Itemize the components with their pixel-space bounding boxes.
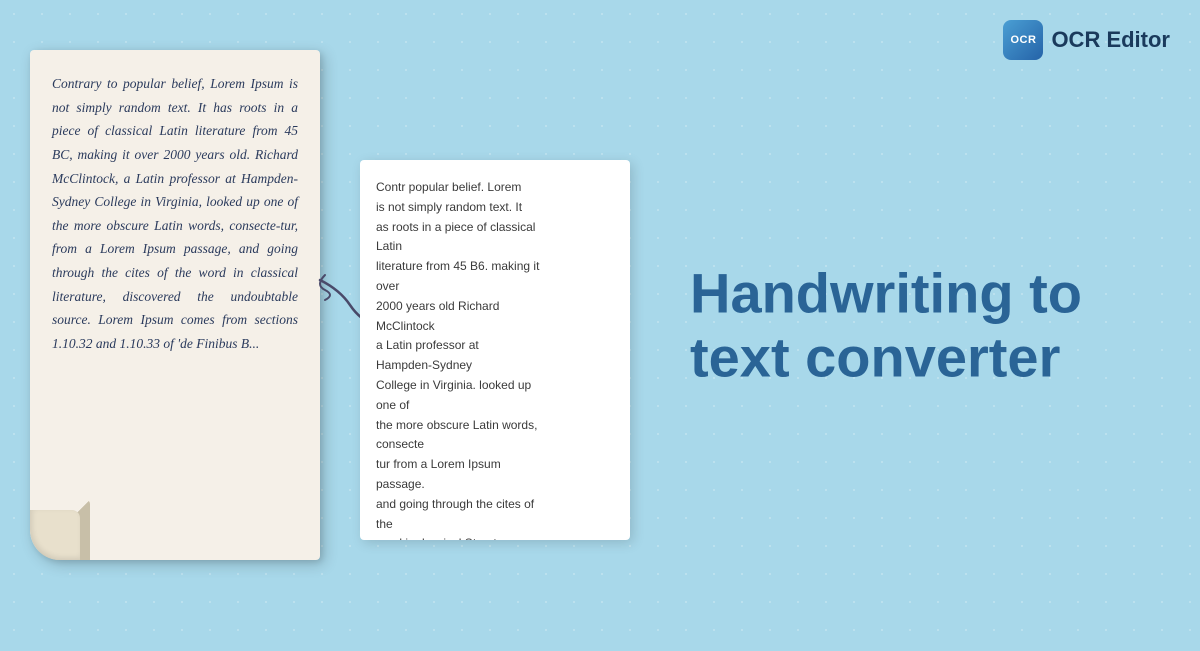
app-logo-icon: OCR bbox=[1003, 20, 1043, 60]
typed-line-3: as roots in a piece of classical bbox=[376, 220, 535, 234]
handwriting-text: Contrary to popular belief, Lorem Ipsum … bbox=[52, 72, 298, 356]
typed-line-7: 2000 years old Richard bbox=[376, 299, 499, 313]
app-title-label: OCR Editor bbox=[1051, 27, 1170, 53]
typed-line-11: College in Virginia. looked up bbox=[376, 378, 531, 392]
typed-line-17: and going through the cites of bbox=[376, 497, 534, 511]
headline-line2: text converter bbox=[690, 326, 1060, 389]
typed-line-18: the bbox=[376, 517, 393, 531]
typed-line-12: one of bbox=[376, 398, 409, 412]
handwritten-paper: Contrary to popular belief, Lorem Ipsum … bbox=[30, 50, 320, 560]
typed-line-14: consecte bbox=[376, 437, 424, 451]
app-header: OCR OCR Editor bbox=[1003, 20, 1170, 60]
typed-text-box: Contr popular belief. Lorem is not simpl… bbox=[360, 160, 630, 540]
logo-text: OCR bbox=[1010, 34, 1036, 46]
typed-line-6: over bbox=[376, 279, 399, 293]
typed-line-1: Contr popular belief. Lorem bbox=[376, 180, 521, 194]
handwritten-paper-container: Contrary to popular belief, Lorem Ipsum … bbox=[30, 50, 320, 560]
typed-line-19: word in dassical Sterature, bbox=[376, 536, 517, 540]
typed-line-8: McClintock bbox=[376, 319, 435, 333]
typed-line-4: Latin bbox=[376, 239, 402, 253]
headline-area: Handwriting to text converter bbox=[690, 261, 1150, 390]
typed-line-16: passage. bbox=[376, 477, 425, 491]
typed-line-2: is not simply random text. It bbox=[376, 200, 522, 214]
typed-text-content: Contr popular belief. Lorem is not simpl… bbox=[376, 178, 614, 540]
typed-line-15: tur from a Lorem Ipsum bbox=[376, 457, 501, 471]
typed-line-10: Hampden-Sydney bbox=[376, 358, 472, 372]
typed-line-5: literature from 45 B6. making it bbox=[376, 259, 539, 273]
headline-line1: Handwriting to bbox=[690, 261, 1082, 324]
typed-line-13: the more obscure Latin words, bbox=[376, 418, 537, 432]
main-headline: Handwriting to text converter bbox=[690, 261, 1150, 390]
typed-line-9: a Latin professor at bbox=[376, 338, 479, 352]
